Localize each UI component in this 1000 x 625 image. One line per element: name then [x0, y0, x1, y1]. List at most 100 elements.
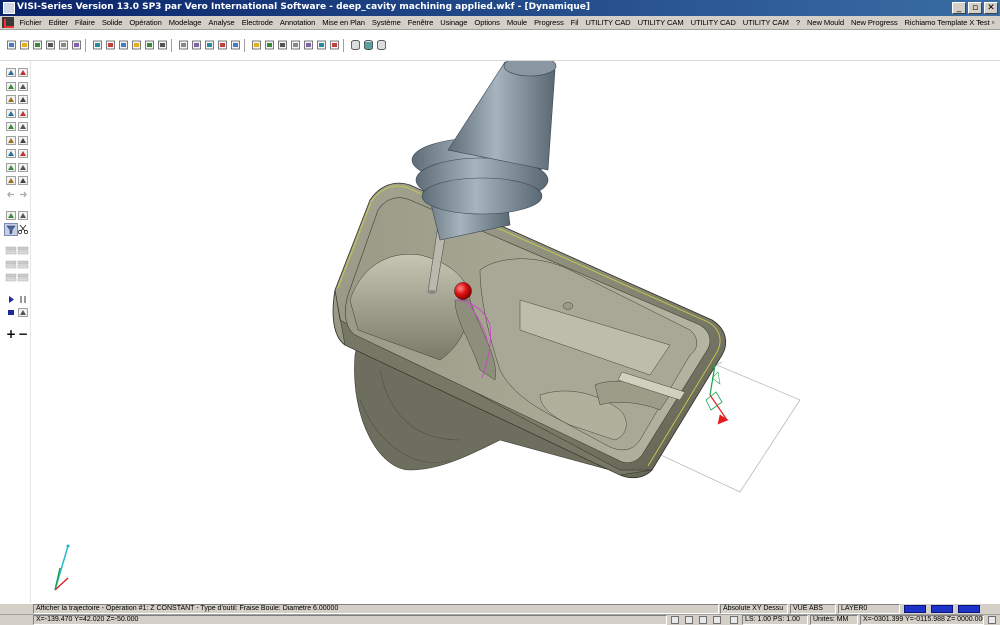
- menu-item[interactable]: UTILITY CAD: [582, 18, 634, 28]
- tool-move-icon[interactable]: [5, 67, 17, 78]
- trace-icon[interactable]: [713, 616, 721, 624]
- tool-box-icon[interactable]: [17, 121, 29, 132]
- view-front-icon[interactable]: [251, 39, 262, 51]
- arrow-right-icon[interactable]: [17, 189, 29, 200]
- view-toggle-icon[interactable]: [730, 616, 738, 624]
- 3d-viewport[interactable]: [31, 61, 1000, 603]
- zoom-all-icon[interactable]: [204, 39, 215, 51]
- visi-logo-icon[interactable]: [2, 17, 14, 28]
- scissors-icon[interactable]: [17, 224, 29, 235]
- ortho-icon[interactable]: [699, 616, 707, 624]
- snap-icon[interactable]: [671, 616, 679, 624]
- mdi-minimize-button[interactable]: –: [976, 17, 986, 28]
- menu-item[interactable]: Modelage: [165, 18, 205, 28]
- menu-item[interactable]: Opération: [126, 18, 165, 28]
- menu-item[interactable]: New Mould: [803, 18, 847, 28]
- menu-item[interactable]: Moule: [503, 18, 530, 28]
- pause-icon[interactable]: [17, 294, 29, 305]
- copy-icon[interactable]: [105, 39, 116, 51]
- cylinder-icon[interactable]: [350, 39, 361, 51]
- menu-item[interactable]: Analyse: [205, 18, 238, 28]
- menu-item[interactable]: UTILITY CAM: [634, 18, 687, 28]
- tool-trim-icon[interactable]: [5, 94, 17, 105]
- open-file-icon[interactable]: [32, 39, 43, 51]
- restore-button[interactable]: ▫: [968, 2, 982, 14]
- menu-item[interactable]: Fichier: [16, 18, 45, 28]
- render-icon[interactable]: [329, 39, 340, 51]
- view-mode-field[interactable]: Absolute XY Dessu: [720, 604, 788, 614]
- hidden-line-icon[interactable]: [316, 39, 327, 51]
- tool-bracket-icon[interactable]: [17, 148, 29, 159]
- ls-ps-field[interactable]: LS: 1.00 PS: 1.00: [742, 615, 808, 625]
- menu-item[interactable]: ?: [792, 18, 803, 28]
- undo-icon[interactable]: [131, 39, 142, 51]
- menu-item[interactable]: Electrode: [238, 18, 276, 28]
- zoom-in-icon[interactable]: +: [5, 328, 17, 340]
- menu-item[interactable]: Options: [471, 18, 503, 28]
- menu-item[interactable]: Fenêtre: [404, 18, 436, 28]
- shaded-icon[interactable]: [303, 39, 314, 51]
- tool-grid-icon[interactable]: [5, 121, 17, 132]
- layer-b-icon[interactable]: [17, 245, 29, 256]
- menu-item[interactable]: Usinage: [437, 18, 471, 28]
- play-icon[interactable]: [5, 294, 17, 305]
- tool-pin-icon[interactable]: [5, 148, 17, 159]
- mdi-restore-button[interactable]: ▫: [988, 17, 998, 28]
- cylinder-grid-icon[interactable]: [376, 39, 387, 51]
- tool-shield-icon[interactable]: [5, 162, 17, 173]
- tool-book-icon[interactable]: [17, 210, 29, 221]
- layer-e-icon[interactable]: [5, 272, 17, 283]
- tool-gear-icon[interactable]: [5, 135, 17, 146]
- delete-icon[interactable]: [157, 39, 168, 51]
- tool-corner-icon[interactable]: [17, 135, 29, 146]
- zoom-out-icon[interactable]: −: [17, 328, 29, 340]
- menu-item[interactable]: Progress: [531, 18, 568, 28]
- view-iso-icon[interactable]: [277, 39, 288, 51]
- tool-measure-icon[interactable]: [17, 67, 29, 78]
- grid-icon[interactable]: [685, 616, 693, 624]
- minimize-button[interactable]: _: [952, 2, 966, 14]
- layer-f-icon[interactable]: [17, 272, 29, 283]
- scene-canvas[interactable]: [31, 61, 1000, 603]
- wireframe-icon[interactable]: [290, 39, 301, 51]
- tool-arrow-icon[interactable]: [17, 162, 29, 173]
- tool-diamond-icon[interactable]: [17, 108, 29, 119]
- app-icon[interactable]: [3, 2, 15, 14]
- tool-frame-icon[interactable]: [17, 94, 29, 105]
- layers-icon[interactable]: [178, 39, 189, 51]
- tool-wire-icon[interactable]: [5, 210, 17, 221]
- tool-stack-icon[interactable]: [5, 175, 17, 186]
- tool-cross-icon[interactable]: [17, 81, 29, 92]
- menu-item[interactable]: Solide: [98, 18, 126, 28]
- tool-shape-icon[interactable]: [5, 108, 17, 119]
- menu-item[interactable]: Filaire: [71, 18, 98, 28]
- units-field[interactable]: Unités: MM: [810, 615, 858, 625]
- filter-icon[interactable]: [4, 222, 18, 236]
- layer-d-icon[interactable]: [17, 259, 29, 270]
- step-icon[interactable]: [17, 307, 29, 318]
- menu-item[interactable]: UTILITY CAD: [687, 18, 739, 28]
- cylinder-shaded-icon[interactable]: [363, 39, 374, 51]
- pan-icon[interactable]: [217, 39, 228, 51]
- tool-copy-icon[interactable]: [17, 175, 29, 186]
- view-top-icon[interactable]: [264, 39, 275, 51]
- open-folder-icon[interactable]: [19, 39, 30, 51]
- stop-icon[interactable]: [5, 307, 17, 318]
- new-file-icon[interactable]: [6, 39, 17, 51]
- layer-c-icon[interactable]: [5, 259, 17, 270]
- tool-drag-icon[interactable]: [5, 81, 17, 92]
- layer-a-icon[interactable]: [5, 245, 17, 256]
- menu-item[interactable]: Editer: [45, 18, 71, 28]
- print-icon[interactable]: [71, 39, 82, 51]
- layer-field[interactable]: LAYER0: [838, 604, 900, 614]
- paste-icon[interactable]: [118, 39, 129, 51]
- menu-item[interactable]: Annotation: [276, 18, 318, 28]
- close-button[interactable]: ✕: [984, 2, 998, 14]
- menu-item[interactable]: Mise en Plan: [319, 18, 369, 28]
- cut-icon[interactable]: [92, 39, 103, 51]
- menu-item[interactable]: New Progress: [848, 18, 902, 28]
- arrow-left-icon[interactable]: [5, 189, 17, 200]
- menu-item[interactable]: Fil: [567, 18, 582, 28]
- view-name-field[interactable]: VUE ABS: [790, 604, 836, 614]
- menu-item[interactable]: UTILITY CAM: [739, 18, 792, 28]
